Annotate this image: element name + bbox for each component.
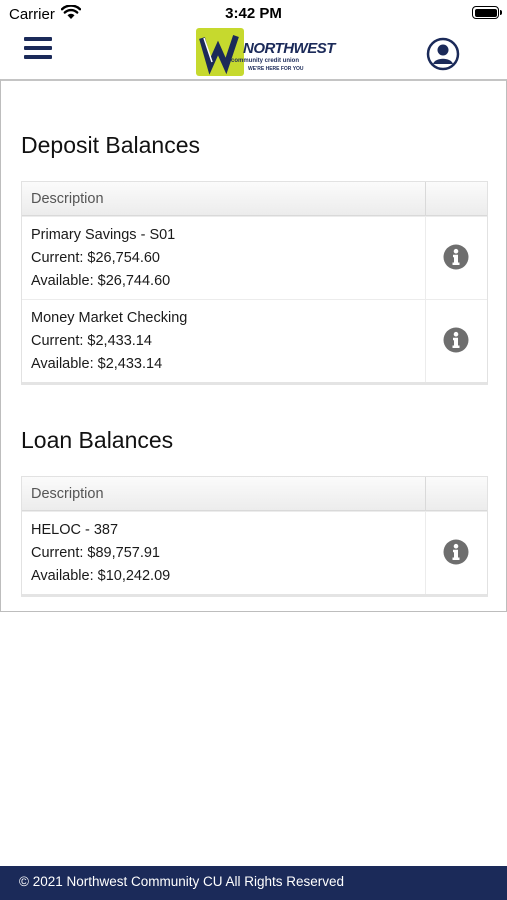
table-header: Description <box>22 182 487 216</box>
table-header: Description <box>22 477 487 511</box>
current-balance: Current: $2,433.14 <box>31 333 152 349</box>
account-name: Primary Savings - S01 <box>31 227 176 243</box>
logo-title: NORTHWEST <box>243 40 335 57</box>
battery-icon <box>472 6 502 19</box>
hamburger-menu-button[interactable] <box>24 37 54 63</box>
column-header-description: Description <box>31 486 104 502</box>
loan-balances-table: Description HELOC - 387 Current: $89,757… <box>21 476 488 597</box>
info-icon[interactable] <box>443 327 469 353</box>
available-balance: Available: $10,242.09 <box>31 568 171 584</box>
balances-panel: Deposit Balances Description Primary Sav… <box>0 79 507 612</box>
column-header-description: Description <box>31 191 104 207</box>
current-balance: Current: $89,757.91 <box>31 545 160 561</box>
app-header: NORTHWEST community credit union WE'RE H… <box>0 28 507 78</box>
hamburger-icon <box>24 37 52 41</box>
info-icon[interactable] <box>443 244 469 270</box>
table-row: HELOC - 387 Current: $89,757.91 Availabl… <box>22 511 487 594</box>
logo-tagline: WE'RE HERE FOR YOU <box>248 66 304 72</box>
northwest-logo: NORTHWEST community credit union WE'RE H… <box>196 28 335 76</box>
available-balance: Available: $26,744.60 <box>31 273 171 289</box>
deposit-balances-title: Deposit Balances <box>21 132 200 158</box>
account-name: HELOC - 387 <box>31 522 119 538</box>
loan-balances-title: Loan Balances <box>21 427 174 453</box>
table-row: Money Market Checking Current: $2,433.14… <box>22 299 487 382</box>
account-name: Money Market Checking <box>31 310 188 326</box>
logo-mark <box>196 28 244 76</box>
available-balance: Available: $2,433.14 <box>31 356 163 372</box>
copyright-text: © 2021 Northwest Community CU All Rights… <box>19 874 345 889</box>
user-circle-icon <box>426 37 460 71</box>
profile-button[interactable] <box>426 37 460 71</box>
footer: © 2021 Northwest Community CU All Rights… <box>0 866 507 900</box>
current-balance: Current: $26,754.60 <box>31 250 160 266</box>
clock: 3:42 PM <box>225 5 282 22</box>
info-icon[interactable] <box>443 539 469 565</box>
logo-subtitle: community credit union <box>231 58 300 64</box>
deposit-balances-table: Description Primary Savings - S01 Curren… <box>21 181 488 385</box>
status-bar: Carrier 3:42 PM <box>0 0 507 28</box>
table-row: Primary Savings - S01 Current: $26,754.6… <box>22 216 487 299</box>
